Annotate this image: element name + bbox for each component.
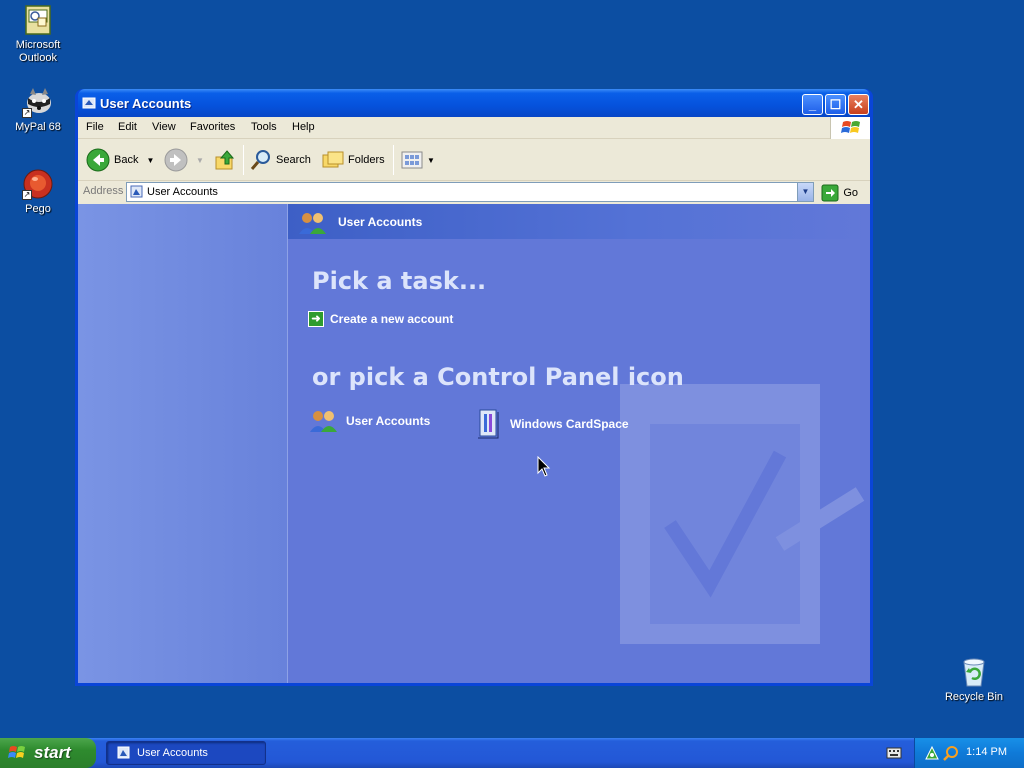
start-label: start [34, 743, 71, 762]
back-arrow-icon [86, 148, 110, 172]
menu-favorites[interactable]: Favorites [190, 121, 235, 133]
raccoon-icon: ↗ [22, 86, 54, 118]
main-pane: User Accounts Pick a task... ➜ Create a … [288, 204, 870, 683]
pego-icon: ↗ [22, 168, 54, 200]
toolbar-separator [243, 145, 244, 175]
taskbar: start User Accounts 1:14 PM [0, 738, 1024, 768]
close-icon: ✕ [853, 97, 864, 112]
shortcut-arrow-icon: ↗ [22, 190, 32, 200]
minimize-button[interactable]: _ [802, 94, 823, 115]
desktop-icon-pego[interactable]: ↗ Pego [0, 168, 76, 216]
go-arrow-icon [821, 184, 839, 202]
address-input[interactable]: User Accounts ▼ [126, 182, 814, 202]
address-bar: Address User Accounts ▼ Go [78, 181, 870, 203]
windows-flag-icon [8, 746, 25, 758]
clock[interactable]: 1:14 PM [966, 746, 1007, 758]
search-label: Search [276, 154, 311, 166]
standard-toolbar: Back ▼ ▼ Search Folders ▼ [78, 139, 870, 181]
address-value: User Accounts [147, 186, 218, 198]
back-label: Back [114, 154, 139, 166]
keyboard-icon[interactable] [886, 746, 902, 760]
recycle-bin-icon [958, 656, 990, 688]
toolbar-separator [393, 145, 394, 175]
desktop-icon-label: MyPal 68 [15, 121, 61, 133]
shortcut-arrow-icon: ↗ [22, 108, 32, 118]
desktop-icon-mypal[interactable]: ↗ MyPal 68 [0, 86, 76, 134]
start-button[interactable]: start [0, 738, 96, 768]
menu-edit[interactable]: Edit [118, 121, 137, 133]
window-title: User Accounts [100, 96, 192, 111]
user-accounts-small-icon [82, 96, 96, 110]
cp-icon-label: User Accounts [346, 414, 431, 428]
pick-icon-heading: or pick a Control Panel icon [312, 363, 684, 391]
mouse-cursor-icon [537, 456, 551, 477]
up-folder-button[interactable] [213, 147, 237, 173]
views-button[interactable]: ▼ [400, 147, 435, 173]
menu-view[interactable]: View [152, 121, 176, 133]
folders-label: Folders [348, 154, 385, 166]
user-accounts-icon [299, 213, 326, 234]
up-folder-icon [215, 150, 235, 170]
forward-arrow-icon [164, 148, 188, 172]
windows-logo-icon [830, 117, 870, 139]
search-button[interactable]: Search [249, 147, 311, 173]
address-label: Address [83, 185, 124, 197]
cp-icon-user-accounts[interactable]: User Accounts [308, 408, 430, 434]
views-icon [401, 151, 423, 169]
go-label: Go [843, 187, 858, 199]
checkmark-watermark-icon [620, 384, 865, 644]
magnifier-icon[interactable] [943, 745, 959, 761]
create-account-link[interactable]: ➜ Create a new account [308, 311, 453, 327]
create-account-label: Create a new account [330, 312, 454, 326]
maximize-icon: ☐ [829, 97, 842, 112]
desktop-icon-recycle-bin[interactable]: Recycle Bin [936, 656, 1012, 704]
content-area: User Accounts Pick a task... ➜ Create a … [78, 204, 870, 683]
window-client: File Edit View Favorites Tools Help Back… [78, 117, 870, 683]
user-accounts-small-icon [117, 746, 130, 759]
desktop-icon-label: Pego [25, 203, 51, 215]
green-arrow-icon: ➜ [308, 311, 324, 327]
cardspace-icon [478, 409, 499, 439]
search-icon [250, 150, 270, 170]
taskbar-button-label: User Accounts [137, 747, 208, 759]
pick-task-heading: Pick a task... [312, 267, 487, 295]
maximize-button[interactable]: ☐ [825, 94, 846, 115]
forward-dropdown-icon[interactable]: ▼ [196, 156, 204, 165]
desktop-icon-label: Microsoft Outlook [15, 39, 61, 64]
user-accounts-icon [310, 411, 337, 432]
user-accounts-window: User Accounts _ ☐ ✕ File Edit View Favor… [75, 89, 873, 686]
menu-bar: File Edit View Favorites Tools Help [78, 117, 870, 139]
folders-icon [322, 151, 344, 168]
page-header: User Accounts [288, 204, 870, 239]
menu-tools[interactable]: Tools [251, 121, 277, 133]
back-dropdown-icon[interactable]: ▼ [146, 156, 154, 165]
minimize-icon: _ [808, 97, 817, 112]
cp-icon-label: Windows CardSpace [510, 417, 629, 431]
outlook-icon [22, 4, 54, 36]
folders-button[interactable]: Folders [321, 147, 385, 173]
system-tray: 1:14 PM [914, 738, 1024, 768]
window-titlebar[interactable]: User Accounts _ ☐ ✕ [78, 89, 870, 117]
user-accounts-small-icon [130, 185, 143, 198]
taskbar-button-user-accounts[interactable]: User Accounts [106, 741, 266, 765]
forward-button[interactable]: ▼ [164, 147, 204, 173]
desktop-icon-outlook[interactable]: Microsoft Outlook [0, 4, 76, 65]
views-dropdown-icon[interactable]: ▼ [427, 156, 435, 165]
menu-file[interactable]: File [86, 121, 104, 133]
task-pane [78, 204, 288, 683]
page-header-title: User Accounts [338, 215, 423, 229]
go-button[interactable]: Go [821, 184, 858, 202]
menu-help[interactable]: Help [292, 121, 315, 133]
close-button[interactable]: ✕ [848, 94, 869, 115]
address-dropdown-icon[interactable]: ▼ [797, 183, 813, 201]
back-button[interactable]: Back ▼ [86, 147, 154, 173]
cp-icon-cardspace[interactable]: Windows CardSpace [476, 408, 629, 440]
network-icon[interactable] [924, 745, 940, 761]
desktop-icon-label: Recycle Bin [944, 691, 1004, 703]
